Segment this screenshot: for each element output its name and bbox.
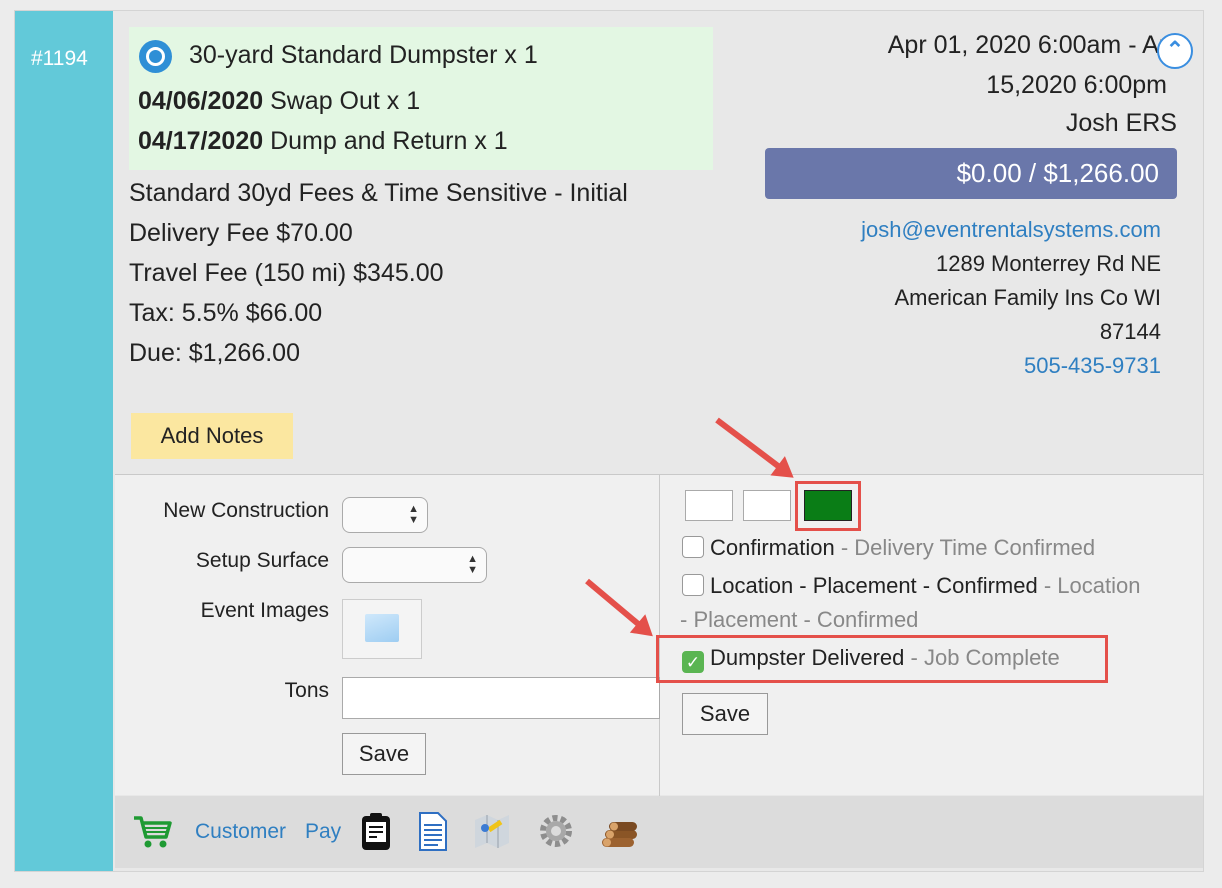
checklist-detail: - Delivery Time Confirmed (834, 535, 1096, 560)
action-footer: Customer Pay (115, 796, 1203, 868)
checkbox[interactable] (682, 574, 704, 596)
item-text: Dump and Return x 1 (270, 127, 508, 155)
balance-bar[interactable]: $0.00 / $1,266.00 (765, 148, 1177, 199)
fee-line: Delivery Fee $70.00 (129, 219, 353, 247)
dumpster-icon (139, 40, 172, 73)
tons-input[interactable] (342, 677, 660, 719)
clipboard-icon[interactable] (355, 810, 397, 852)
item-line: 04/06/2020 Swap Out x 1 (138, 87, 420, 116)
checklist-detail: - Location (1037, 573, 1141, 598)
checklist-item[interactable]: Location - Placement - Confirmed - Locat… (682, 573, 1140, 599)
zip-code: 87144 (1099, 319, 1161, 344)
phone-link[interactable]: 505-435-9731 (861, 349, 1161, 383)
order-id-bar: #1194 (15, 11, 113, 871)
address-line2: American Family Ins Co WI (894, 285, 1162, 310)
tons-label: Tons (284, 679, 329, 702)
item-text: Swap Out x 1 (270, 87, 421, 115)
status-save-button[interactable]: Save (682, 693, 768, 735)
select-arrows-icon: ▲ ▼ (408, 503, 419, 526)
setup-surface-label: Setup Surface (195, 549, 329, 572)
order-items: 30-yard Standard Dumpster x 1 04/06/2020… (129, 27, 713, 170)
logs-icon[interactable] (599, 810, 641, 852)
document-icon[interactable] (411, 810, 453, 852)
item-date: 04/06/2020 (138, 87, 264, 115)
image-placeholder-icon[interactable] (342, 599, 422, 659)
fee-line: Due: $1,266.00 (129, 339, 300, 367)
item-line: 30-yard Standard Dumpster x 1 (189, 41, 538, 70)
map-icon[interactable] (471, 810, 513, 852)
item-text: 30-yard Standard Dumpster x 1 (189, 41, 538, 69)
customer-link[interactable]: Customer (195, 820, 286, 844)
new-construction-select[interactable]: ▲ ▼ (342, 497, 428, 533)
status-color-swatch[interactable] (743, 490, 791, 521)
checklist-item[interactable]: Confirmation - Delivery Time Confirmed (682, 535, 1095, 561)
pay-link[interactable]: Pay (305, 820, 341, 844)
fee-line: Travel Fee (150 mi) $345.00 (129, 259, 444, 287)
order-card: #1194 30-yard Standard Dumpster x 1 04/0… (14, 10, 1204, 872)
cart-icon[interactable] (131, 810, 173, 852)
checklist-label: Confirmation (710, 535, 835, 560)
fee-list: Standard 30yd Fees & Time Sensitive - In… (129, 173, 628, 373)
status-color-swatch-selected[interactable] (804, 490, 852, 521)
order-main: 30-yard Standard Dumpster x 1 04/06/2020… (113, 11, 1203, 871)
checklist-label: Location - Placement - Confirmed (710, 573, 1038, 598)
email-link[interactable]: josh@eventrentalsystems.com (861, 213, 1161, 247)
item-line: 04/17/2020 Dump and Return x 1 (138, 127, 508, 156)
status-color-swatch[interactable] (685, 490, 733, 521)
fee-line: Tax: 5.5% $66.00 (129, 299, 323, 327)
contact-info: josh@eventrentalsystems.com 1289 Monterr… (861, 213, 1161, 383)
checklist-detail: - Job Complete (904, 645, 1060, 670)
gear-icon[interactable] (535, 810, 577, 852)
owner-name: Josh ERS (1065, 109, 1177, 137)
date-range: Apr 01, 2020 6:00am - Apr 15,2020 6:00pm (851, 31, 1181, 111)
date-range-line2: 15,2020 6:00pm (986, 71, 1167, 99)
order-number[interactable]: #1194 (31, 47, 88, 71)
checklist-detail-wrap: - Placement - Confirmed (680, 607, 919, 632)
custom-fields-save-button[interactable]: Save (342, 733, 426, 775)
address-line1: 1289 Monterrey Rd NE (936, 251, 1161, 276)
setup-surface-select[interactable]: ▲ ▼ (342, 547, 487, 583)
date-range-line1: Apr 01, 2020 6:00am - Apr (887, 31, 1181, 59)
checkbox-checked[interactable]: ✓ (682, 651, 704, 673)
checklist-label: Dumpster Delivered (710, 645, 905, 670)
add-notes-button[interactable]: Add Notes (131, 413, 293, 459)
event-images-label: Event Images (200, 599, 329, 622)
item-date: 04/17/2020 (138, 127, 264, 155)
custom-fields-panel: New Construction ▲ ▼ Setup Surface ▲ ▼ Eve… (115, 475, 660, 795)
status-panel: Confirmation - Delivery Time Confirmed L… (656, 475, 1203, 795)
fee-line: Standard 30yd Fees & Time Sensitive - In… (129, 179, 628, 207)
checklist-item[interactable]: ✓ Dumpster Delivered - Job Complete (682, 645, 1060, 673)
annotation-arrow (715, 417, 785, 472)
new-construction-label: New Construction (163, 499, 329, 522)
collapse-up-icon[interactable]: ⌃ (1157, 33, 1193, 69)
checkbox[interactable] (682, 536, 704, 558)
select-arrows-icon: ▲ ▼ (467, 553, 478, 576)
